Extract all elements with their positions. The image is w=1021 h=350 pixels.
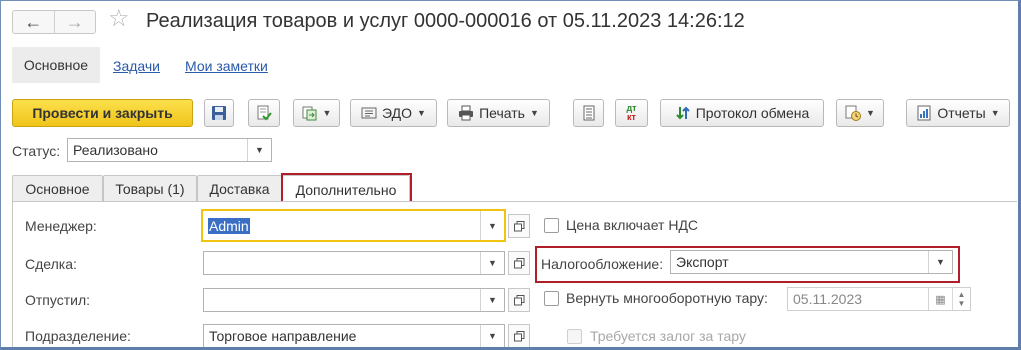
- released-by-label: Отпустил:: [25, 292, 91, 308]
- tab-goods[interactable]: Товары (1): [103, 175, 197, 202]
- division-value: Торговое направление: [209, 328, 357, 344]
- price-includes-vat-label: Цена включает НДС: [566, 217, 699, 233]
- forward-button[interactable]: →: [53, 11, 96, 33]
- arrow-left-icon: ←: [24, 12, 43, 32]
- open-division-button[interactable]: [508, 324, 530, 347]
- open-window-icon: [513, 220, 524, 231]
- released-by-field[interactable]: ▼: [203, 288, 505, 312]
- arrow-right-icon: →: [65, 12, 84, 32]
- deal-label: Сделка:: [25, 256, 77, 272]
- open-released-by-button[interactable]: [508, 288, 530, 312]
- tab-notes[interactable]: Мои заметки: [185, 58, 268, 74]
- save-button[interactable]: [204, 99, 234, 127]
- exchange-log-label: Протокол обмена: [695, 105, 810, 121]
- chevron-down-icon[interactable]: ▼: [480, 252, 504, 274]
- printer-icon: [458, 105, 474, 121]
- debit-credit-icon: дт кт: [626, 103, 637, 122]
- manager-field[interactable]: Admin ▼: [201, 209, 506, 242]
- open-window-icon: [513, 257, 524, 268]
- taxation-select[interactable]: Экспорт ▼: [670, 250, 953, 274]
- chevron-down-icon: ▼: [866, 108, 875, 118]
- post-and-close-label: Провести и закрыть: [32, 105, 173, 121]
- chevron-down-icon: ▼: [990, 108, 1000, 118]
- division-field[interactable]: Торговое направление ▼: [203, 324, 505, 347]
- deal-field[interactable]: ▼: [203, 251, 505, 275]
- calendar-icon[interactable]: ▦: [928, 288, 952, 310]
- post-and-close-button[interactable]: Провести и закрыть: [12, 99, 193, 127]
- status-label: Статус:: [12, 143, 61, 159]
- reports-button[interactable]: Отчеты ▼: [906, 99, 1010, 127]
- edo-label: ЭДО: [382, 105, 413, 121]
- open-manager-button[interactable]: [508, 214, 530, 238]
- chevron-down-icon[interactable]: ▼: [480, 289, 504, 311]
- deposit-required-checkbox[interactable]: [567, 329, 582, 344]
- report-icon: [916, 105, 932, 121]
- open-deal-button[interactable]: [508, 251, 530, 275]
- edo-button[interactable]: ЭДО ▼: [350, 99, 437, 127]
- chevron-down-icon[interactable]: ▼: [928, 251, 952, 273]
- manager-value: Admin: [208, 217, 250, 234]
- status-value: Реализовано: [73, 142, 158, 158]
- create-based-on-button[interactable]: ▼: [293, 99, 340, 127]
- return-tare-date-field[interactable]: 05.11.2023 ▦ ▲ ▼: [787, 287, 971, 311]
- tab-main[interactable]: Основное: [12, 47, 100, 83]
- exchange-log-button[interactable]: Протокол обмена: [660, 99, 824, 127]
- taxation-value: Экспорт: [676, 254, 729, 270]
- chevron-down-icon: ▼: [417, 108, 426, 118]
- status-select[interactable]: Реализовано ▼: [67, 138, 272, 162]
- print-label: Печать: [479, 105, 525, 121]
- chevron-down-icon[interactable]: ▼: [247, 139, 271, 161]
- price-includes-vat-checkbox[interactable]: [544, 218, 559, 233]
- debit-credit-button[interactable]: дт кт: [615, 99, 648, 127]
- create-based-icon: [302, 105, 318, 121]
- return-tare-label: Вернуть многооборотную тару:: [566, 290, 768, 306]
- date-spinner[interactable]: ▲ ▼: [952, 288, 970, 310]
- document-window: ← → ☆ Реализация товаров и услуг 0000-00…: [0, 0, 1021, 350]
- list-document-icon: [581, 105, 597, 121]
- spin-down-icon: ▼: [957, 299, 966, 308]
- tab-tasks[interactable]: Задачи: [113, 58, 160, 74]
- chevron-down-icon: ▼: [322, 108, 332, 118]
- document-journal-button[interactable]: [573, 99, 604, 127]
- history-icon: [845, 105, 862, 121]
- spin-up-icon: ▲: [957, 290, 966, 299]
- chevron-down-icon[interactable]: ▼: [480, 211, 504, 240]
- history-button[interactable]: ▼: [836, 99, 884, 127]
- edo-icon: [361, 105, 377, 121]
- reports-label: Отчеты: [937, 105, 986, 121]
- deposit-required-label: Требуется залог за тару: [590, 328, 746, 344]
- return-tare-checkbox[interactable]: [544, 291, 559, 306]
- star-icon[interactable]: ☆: [108, 7, 130, 31]
- division-label: Подразделение:: [25, 328, 131, 344]
- post-button[interactable]: [248, 99, 280, 127]
- open-window-icon: [513, 330, 524, 341]
- chevron-down-icon[interactable]: ▼: [480, 325, 504, 347]
- manager-label: Менеджер:: [25, 218, 97, 234]
- open-window-icon: [513, 294, 524, 305]
- return-tare-date-value: 05.11.2023: [793, 291, 863, 307]
- tab-delivery[interactable]: Доставка: [197, 175, 282, 202]
- back-button[interactable]: ←: [13, 11, 54, 33]
- floppy-disk-icon: [211, 105, 227, 121]
- print-button[interactable]: Печать ▼: [447, 99, 550, 127]
- navigation-buttons: ← →: [12, 10, 96, 34]
- page-title: Реализация товаров и услуг 0000-000016 о…: [146, 10, 745, 32]
- chevron-down-icon: ▼: [529, 108, 539, 118]
- taxation-label: Налогообложение:: [541, 256, 664, 272]
- tab-main-form[interactable]: Основное: [12, 175, 103, 202]
- post-document-icon: [256, 105, 272, 121]
- exchange-arrows-icon: [675, 105, 691, 121]
